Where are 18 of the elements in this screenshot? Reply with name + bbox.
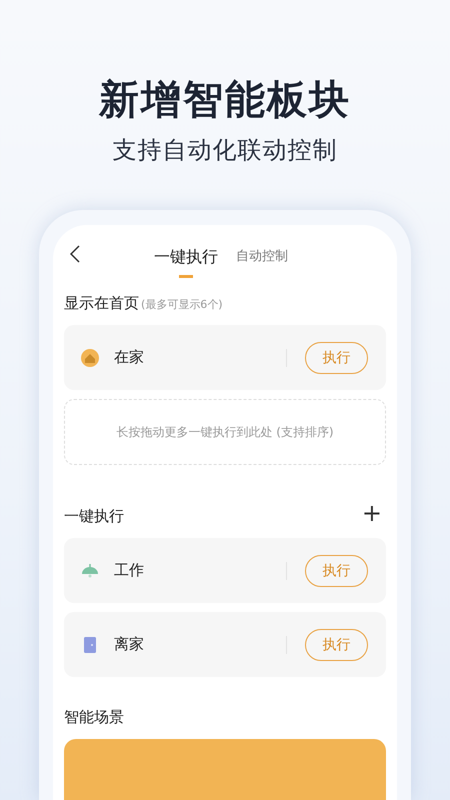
scene-card[interactable]: 离家 执行 — [64, 612, 386, 677]
house-icon — [80, 348, 100, 368]
section-note: (最多可显示6个) — [141, 298, 223, 311]
back-icon[interactable] — [68, 245, 82, 265]
tab[interactable]: 自动控制 — [236, 246, 288, 280]
section-title: 智能场景 — [64, 708, 124, 727]
scene-name: 在家 — [114, 348, 145, 367]
scene-card[interactable]: 在家 执行 — [64, 325, 386, 390]
scene-card[interactable]: 工作 执行 — [64, 538, 386, 603]
subheadline: 支持自动化联动控制 — [112, 135, 338, 166]
scene-name: 离家 — [114, 635, 145, 654]
scene-name: 工作 — [114, 561, 145, 580]
section-title: 一键执行 — [64, 507, 124, 526]
tab[interactable]: 一键执行 — [154, 246, 218, 280]
add-button[interactable]: + — [358, 501, 386, 525]
headline: 新增智能板块 — [99, 76, 351, 125]
drop-zone: 长按拖动更多一键执行到此处 (支持排序) — [64, 399, 386, 465]
section-title: 显示在首页 — [64, 294, 139, 312]
